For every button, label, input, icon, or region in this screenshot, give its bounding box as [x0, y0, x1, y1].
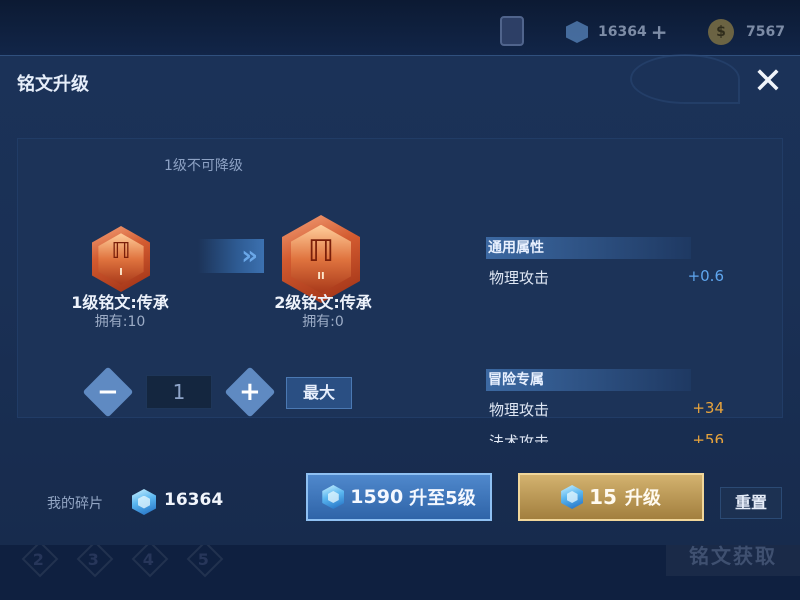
close-button[interactable]: ✕: [748, 62, 788, 102]
reset-button[interactable]: 重置: [720, 487, 782, 519]
attribute-name: 法术攻击: [489, 433, 550, 443]
shard-gem-icon: [322, 485, 345, 509]
from-rune-owned: 拥有:10: [94, 314, 146, 330]
card-icon[interactable]: [500, 16, 524, 46]
no-downgrade-note: 1级不可降级: [164, 158, 243, 174]
attribute-name: 物理攻击: [489, 401, 550, 419]
upgrade-button[interactable]: 15 升级: [518, 473, 704, 521]
to-rune-name: 2级铭文:传承: [274, 293, 372, 312]
rune-level-numeral: I: [119, 266, 123, 278]
attribute-row: 物理攻击 +34: [489, 399, 724, 421]
minus-icon: −: [97, 376, 119, 407]
page-tab-label: 5: [198, 550, 210, 570]
attribute-value: +34: [692, 399, 724, 417]
gold-symbol: $: [716, 24, 726, 40]
attribute-row: 法术攻击 +56: [489, 431, 724, 443]
attribute-value: +0.6: [687, 267, 724, 285]
rune-glyph: ℿ: [111, 238, 131, 264]
upgrade-to-5-label: 升至5级: [409, 488, 476, 509]
top-bar: [0, 0, 800, 60]
upgrade-to-level-5-button[interactable]: 1590 升至5级: [306, 473, 492, 521]
from-rune-name: 1级铭文:传承: [71, 293, 169, 312]
decorative-swirl: [630, 54, 740, 104]
page-tab-label: 3: [88, 550, 100, 570]
gem-count: 16364: [598, 24, 647, 40]
gold-currency: $ 7567: [708, 14, 785, 50]
general-attributes-header: 通用属性: [486, 237, 691, 259]
gold-count: 7567: [746, 24, 785, 40]
adventure-attributes-header: 冒险专属: [486, 369, 691, 391]
shards-label: 我的碎片: [47, 496, 103, 512]
level-1-rune-icon: ℿ I: [92, 226, 150, 292]
quantity-input[interactable]: 1: [146, 375, 212, 409]
page-tab-label: 4: [143, 550, 155, 570]
attribute-name: 物理攻击: [489, 269, 550, 287]
gem-currency: 16364 +: [566, 14, 667, 50]
rune-upgrade-dialog: 铭文升级 ✕ 1级不可降级 ℿ I » ℿ II 1级铭文:传承 拥有:10 2…: [0, 54, 800, 545]
upgrade-arrow-icon: »: [198, 239, 264, 273]
add-gems-icon[interactable]: +: [651, 20, 668, 44]
rune-glyph: ℿ: [308, 233, 334, 269]
upgrade-to-5-cost: 1590: [350, 486, 404, 508]
attribute-value: +56: [692, 431, 724, 443]
dialog-title: 铭文升级: [17, 74, 89, 95]
shard-gem-icon: [132, 489, 156, 515]
gold-coin-icon: $: [708, 19, 734, 45]
upgrade-cost: 15: [589, 485, 617, 509]
plus-icon: +: [239, 376, 261, 407]
gem-icon: [566, 21, 588, 43]
rune-level-numeral: II: [317, 270, 325, 282]
shard-gem-icon: [561, 485, 584, 509]
attribute-row: 物理攻击 +0.6: [489, 267, 724, 289]
page-tab-label: 2: [33, 550, 45, 570]
shards-count: 16364: [164, 490, 224, 510]
max-quantity-button[interactable]: 最大: [286, 377, 352, 409]
to-rune-owned: 拥有:0: [302, 314, 344, 330]
upgrade-panel: 1级不可降级 ℿ I » ℿ II 1级铭文:传承 拥有:10 2级铭文:传承 …: [17, 138, 783, 443]
upgrade-label: 升级: [624, 488, 661, 509]
